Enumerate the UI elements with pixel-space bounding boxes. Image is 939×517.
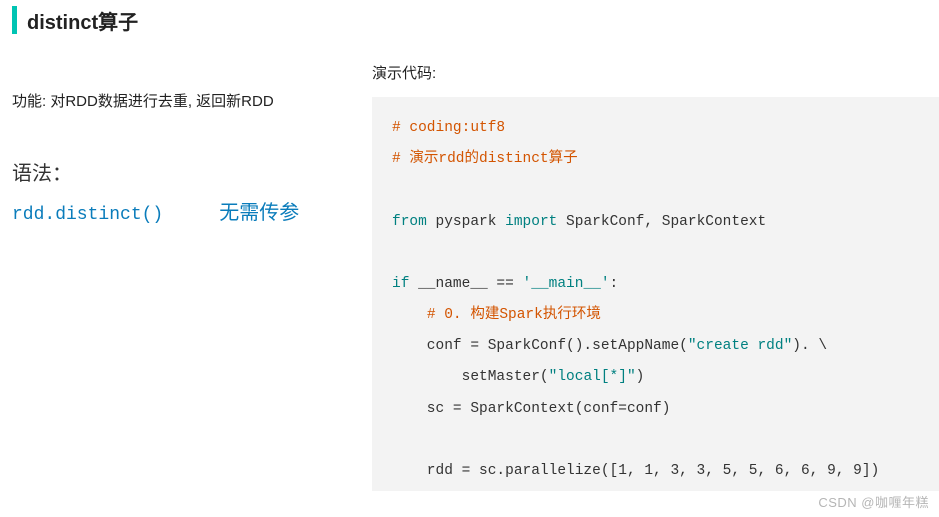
section-title-bar: distinct算子 — [12, 6, 939, 34]
main-content: 功能: 对RDD数据进行去重, 返回新RDD 语法： rdd.distinct(… — [12, 62, 939, 491]
left-column: 功能: 对RDD数据进行去重, 返回新RDD 语法： rdd.distinct(… — [12, 62, 372, 491]
syntax-code: rdd.distinct() — [12, 205, 163, 225]
code-text: conf = SparkConf().setAppName( — [392, 338, 688, 354]
code-text: setMaster( — [392, 369, 549, 385]
code-text: sc = SparkContext(conf=conf) — [392, 401, 670, 417]
code-string: "local[*]" — [549, 369, 636, 385]
code-text: SparkConf, SparkContext — [557, 214, 766, 230]
code-string: '__main__' — [514, 276, 610, 292]
code-comment: # 演示rdd的distinct算子 — [392, 151, 578, 167]
syntax-label: 语法： — [12, 157, 352, 186]
syntax-row: rdd.distinct() 无需传参 — [12, 196, 352, 225]
code-text: ). \ — [792, 338, 827, 354]
code-keyword: import — [505, 214, 557, 230]
code-block: # coding:utf8 # 演示rdd的distinct算子 from py… — [372, 97, 939, 491]
code-string: "create rdd" — [688, 338, 792, 354]
code-text: rdd = sc.parallelize([1, 1, 3, 3, 5, 5, … — [392, 463, 879, 479]
feature-text: 功能: 对RDD数据进行去重, 返回新RDD — [12, 90, 352, 111]
code-comment: # coding:utf8 — [392, 120, 505, 136]
right-column: 演示代码: # coding:utf8 # 演示rdd的distinct算子 f… — [372, 62, 939, 491]
code-text: pyspark — [427, 214, 505, 230]
watermark: CSDN @咖喱年糕 — [818, 492, 929, 511]
section-title: distinct算子 — [27, 6, 138, 35]
code-text: ) — [636, 369, 645, 385]
demo-label: 演示代码: — [372, 62, 939, 83]
code-text: : — [610, 276, 619, 292]
syntax-note: 无需传参 — [219, 196, 299, 225]
code-comment: # 0. 构建Spark执行环境 — [427, 307, 601, 323]
code-op: == — [496, 276, 513, 292]
code-text: __name__ — [409, 276, 496, 292]
code-keyword: if — [392, 276, 409, 292]
code-keyword: from — [392, 214, 427, 230]
